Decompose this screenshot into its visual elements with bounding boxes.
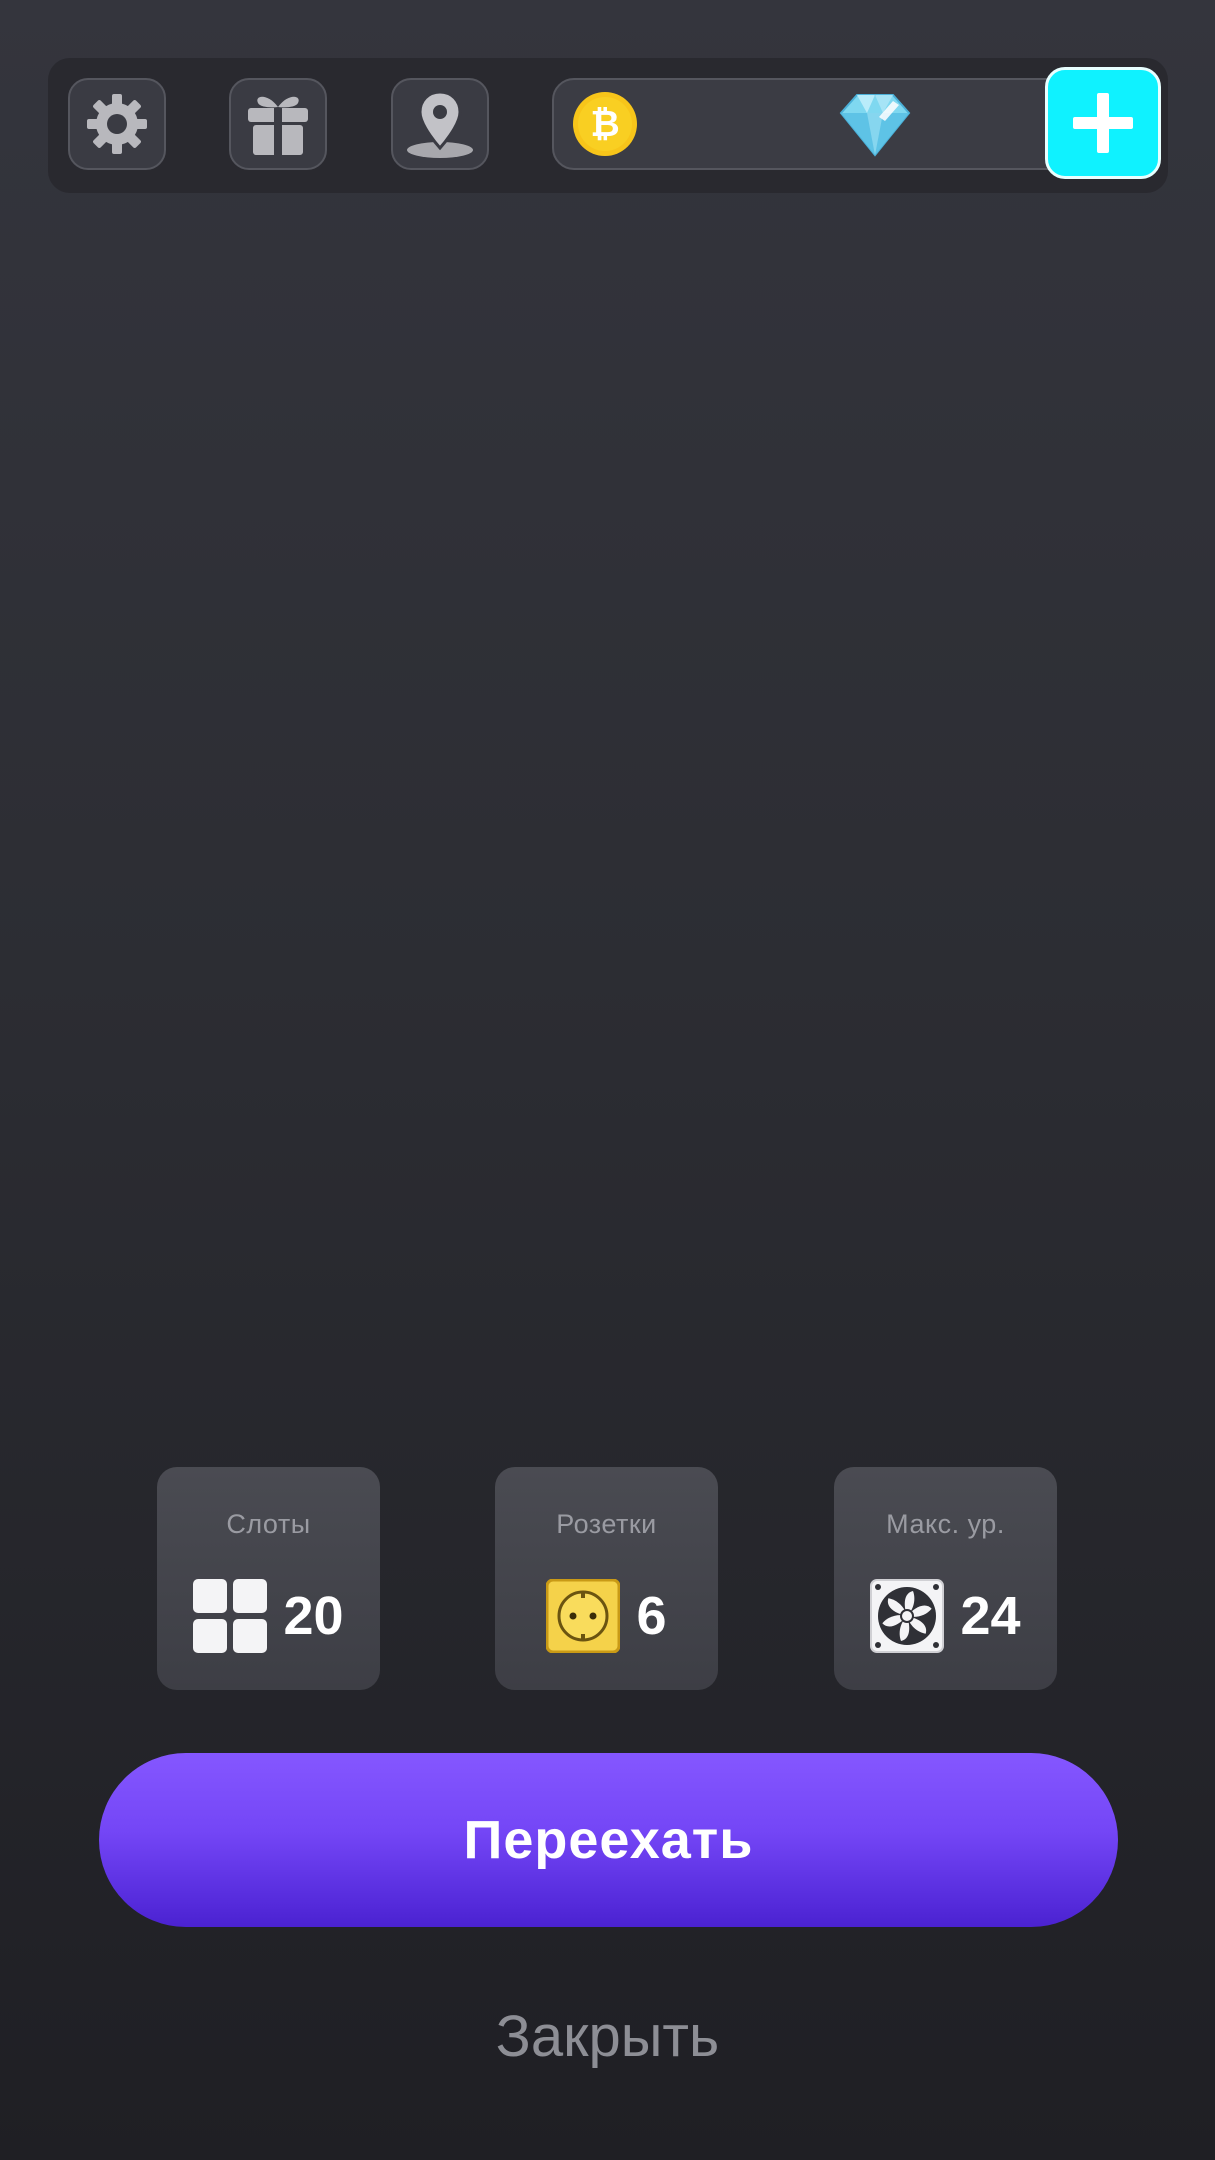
sockets-label: Розетки (556, 1509, 657, 1539)
move-button[interactable]: Переехать (99, 1753, 1118, 1927)
max-level-label: Макс. ур. (886, 1509, 1005, 1539)
slots-card: Слоты 20 (157, 1467, 380, 1690)
gear-icon (87, 94, 147, 154)
settings-button[interactable] (68, 78, 166, 170)
sockets-card: Розетки 6 (495, 1467, 718, 1690)
top-bar: ₿ (48, 58, 1168, 193)
gift-button[interactable] (229, 78, 327, 170)
slots-value: 20 (283, 1586, 344, 1646)
close-button[interactable]: Закрыть (0, 2003, 1215, 2070)
grid-icon (193, 1579, 268, 1653)
gem-balance (839, 80, 923, 168)
diamond-icon (839, 94, 911, 157)
max-level-value: 24 (960, 1586, 1021, 1646)
sockets-value: 6 (636, 1586, 667, 1646)
plus-icon (1073, 93, 1133, 153)
currency-bar: ₿ (552, 78, 1122, 170)
gift-icon (248, 96, 308, 155)
location-button[interactable] (391, 78, 489, 170)
coin-balance: ₿ (572, 80, 650, 168)
fan-icon (870, 1579, 945, 1653)
power-socket-icon (546, 1579, 621, 1653)
max-level-card: Макс. ур. 24 (834, 1467, 1057, 1690)
slots-label: Слоты (226, 1509, 311, 1539)
add-currency-button[interactable] (1045, 67, 1161, 179)
svg-text:₿: ₿ (590, 104, 619, 145)
bitcoin-icon: ₿ (573, 92, 637, 156)
map-pin-icon (407, 90, 473, 158)
